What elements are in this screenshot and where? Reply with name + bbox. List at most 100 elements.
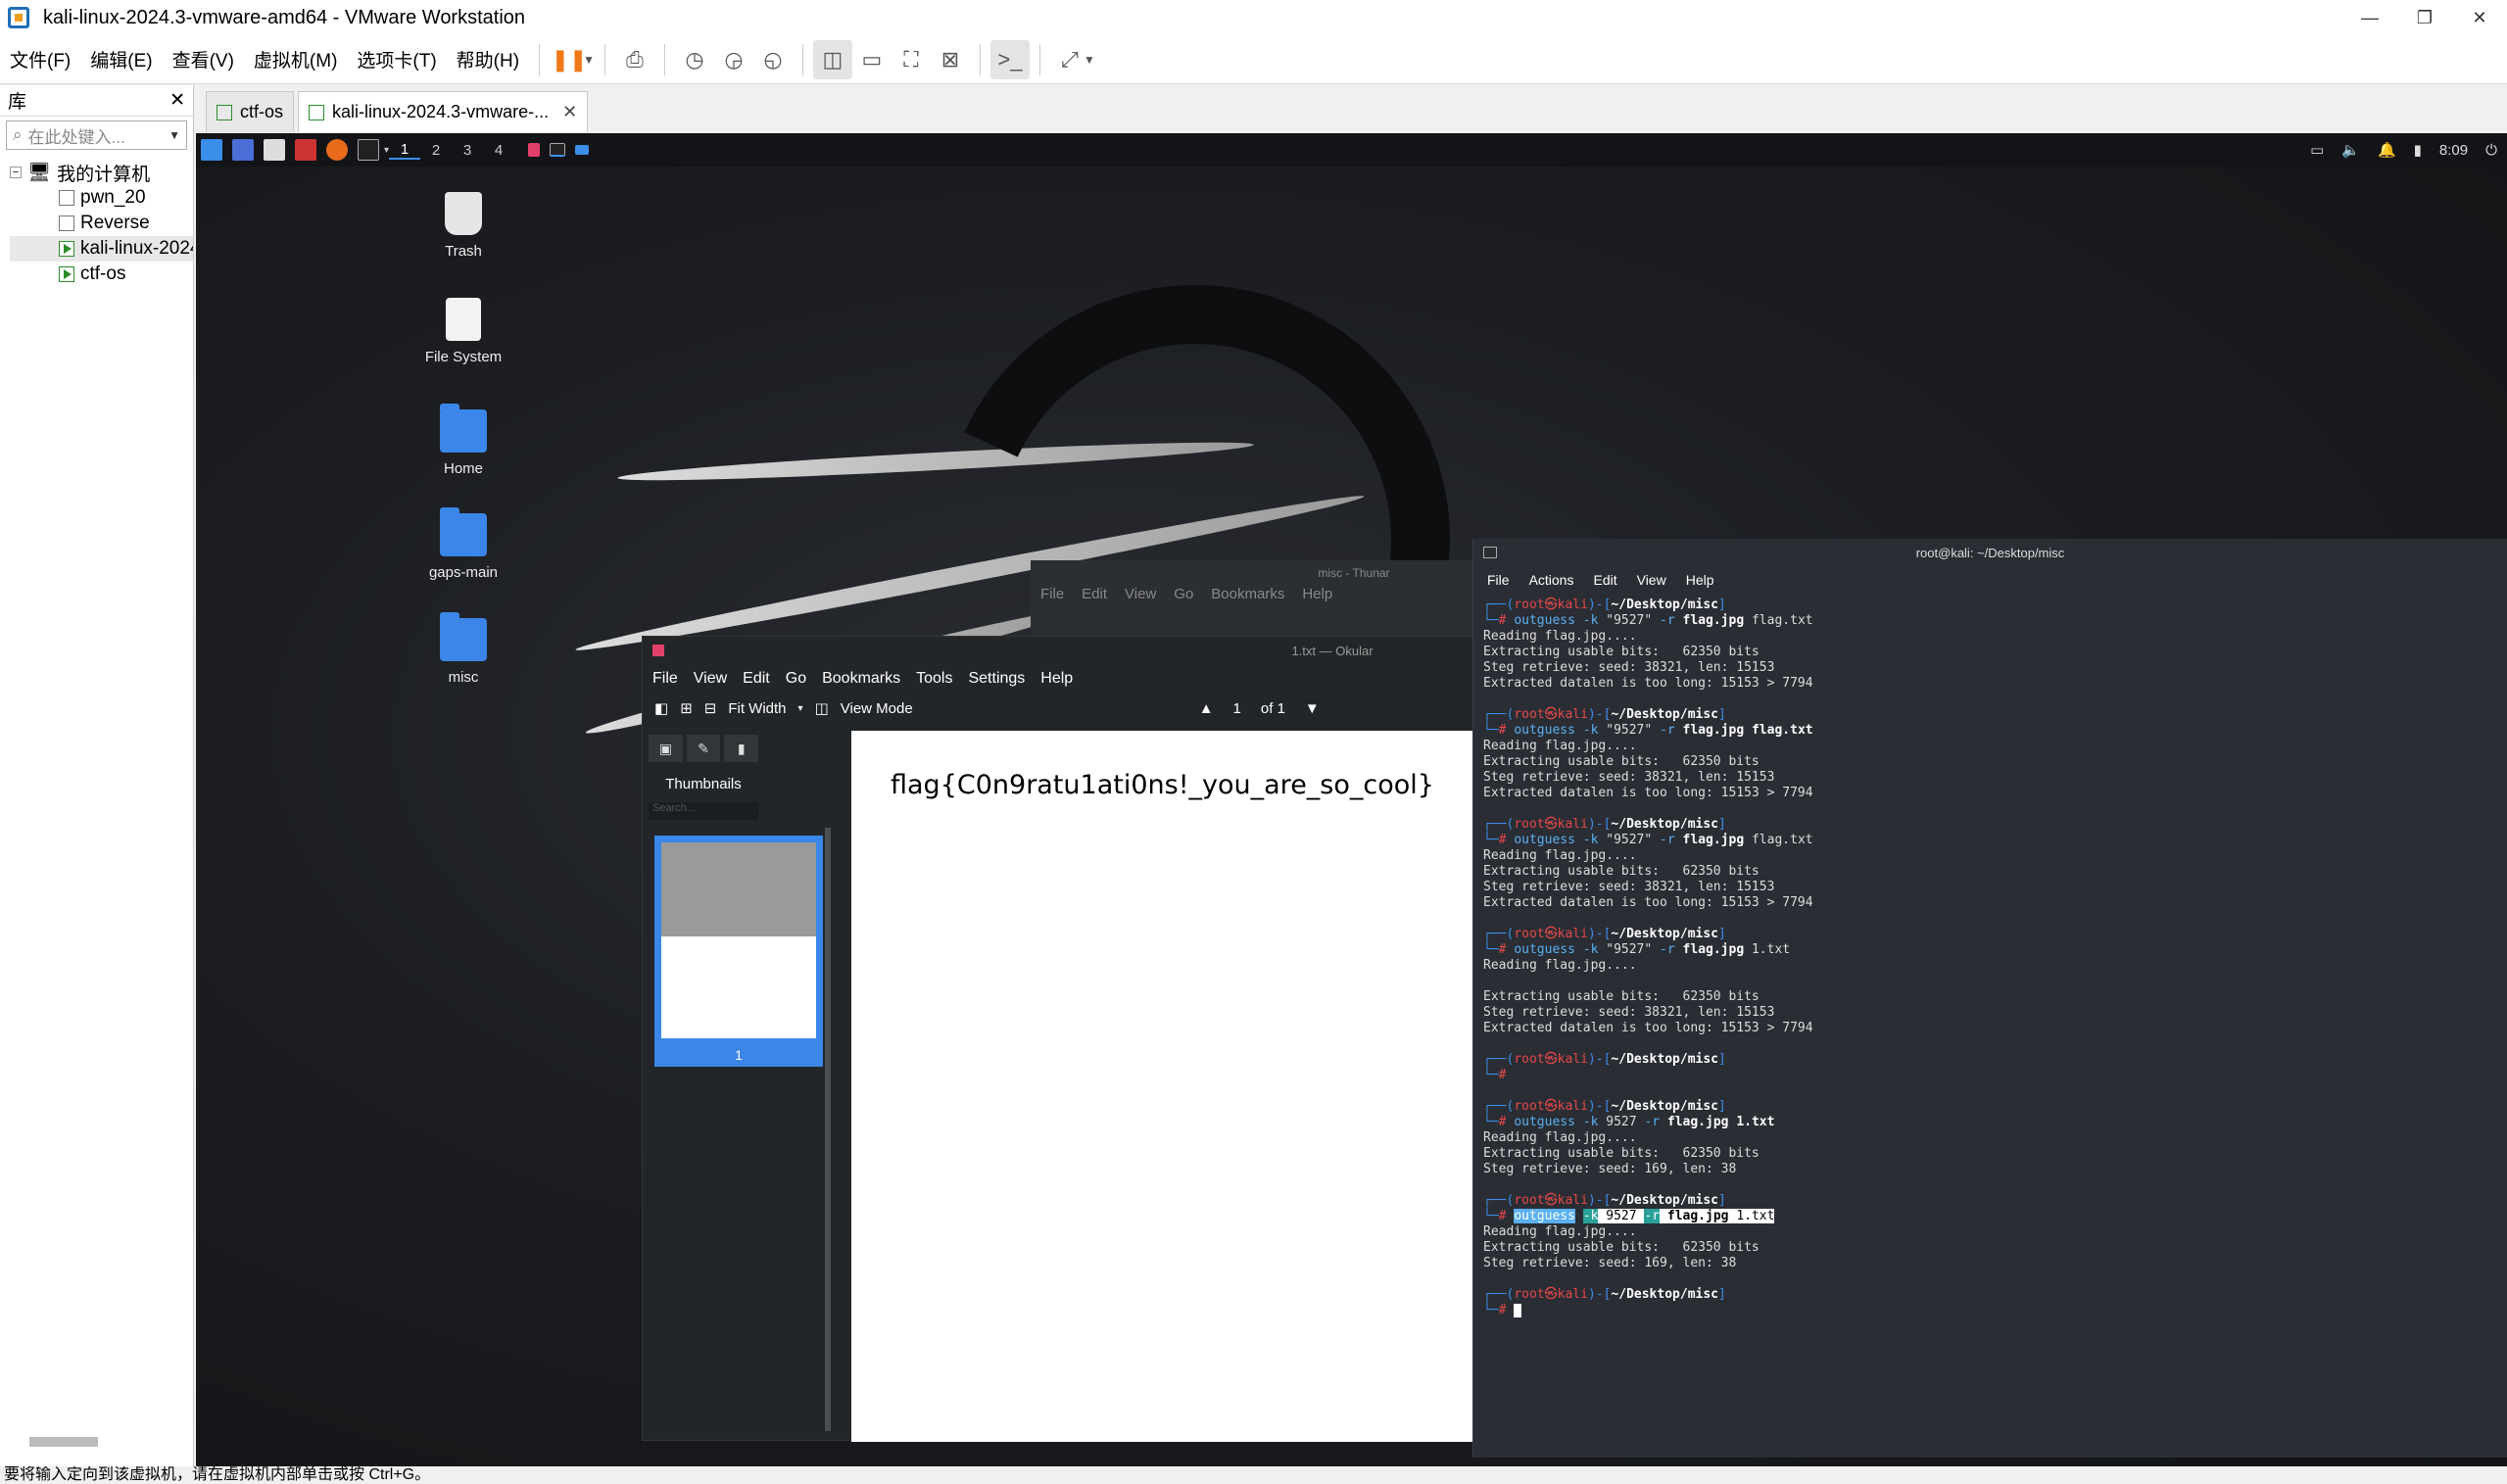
tree-item-kali[interactable]: kali-linux-2024.3-vmware-amd64 <box>10 236 193 262</box>
revert-snapshot-icon[interactable]: ◶ <box>714 40 753 79</box>
okular-menu-edit[interactable]: Edit <box>743 670 770 688</box>
show-library-icon[interactable]: ◫ <box>812 39 852 79</box>
chevron-down-icon[interactable]: ▼ <box>169 128 180 142</box>
sidebar-scrollbar[interactable] <box>825 828 831 1431</box>
fit-width-select[interactable]: Fit Width <box>728 700 786 717</box>
snapshot-icon[interactable]: ◷ <box>675 40 714 79</box>
kali-menu-icon[interactable] <box>201 139 222 161</box>
okular-menu-view[interactable]: View <box>694 670 727 688</box>
chevron-down-icon[interactable]: ▾ <box>798 703 803 714</box>
volume-icon[interactable]: 🔈 <box>2341 141 2360 159</box>
tree-root[interactable]: − 🖥 我的计算机 <box>10 160 193 185</box>
vm-display[interactable]: ▾ 1 2 3 4 ▭ 🔈 🔔 ▮ 8:09 ⏻ Trash File Syst… <box>196 133 2507 1466</box>
power-icon[interactable]: ⏻ <box>2485 142 2497 159</box>
zoom-in-icon[interactable]: ⊞ <box>680 699 693 717</box>
menu-help[interactable]: 帮助(H) <box>447 46 529 72</box>
unity-icon[interactable]: ⊠ <box>931 40 970 79</box>
notification-icon[interactable]: 🔔 <box>2378 141 2396 159</box>
close-tab-icon[interactable]: ✕ <box>562 102 577 122</box>
terminal-menu-actions[interactable]: Actions <box>1529 572 1574 588</box>
menu-view[interactable]: 查看(V) <box>163 46 244 72</box>
okular-menu-tools[interactable]: Tools <box>916 670 952 688</box>
annotations-tab-icon[interactable]: ✎ <box>686 735 721 762</box>
thunar-menu-help[interactable]: Help <box>1302 586 1332 602</box>
terminal-task-icon[interactable] <box>550 143 566 157</box>
thumbnail-bar-icon[interactable]: ▭ <box>852 40 892 79</box>
clock[interactable]: 8:09 <box>2439 142 2468 159</box>
page-number-input[interactable]: 1 <box>1233 700 1241 717</box>
output-line: Extracted datalen is too long: 15153 > 7… <box>1483 1021 1813 1035</box>
terminal-icon[interactable] <box>358 139 379 161</box>
thumbnail-search-input[interactable]: Search... <box>649 802 758 820</box>
terminal-menu-file[interactable]: File <box>1487 572 1510 588</box>
tree-item-pwn20[interactable]: pwn_20 <box>10 185 193 211</box>
text-editor-icon[interactable] <box>295 139 316 161</box>
okular-task-icon[interactable] <box>528 143 541 157</box>
menu-vm[interactable]: 虚拟机(M) <box>244 46 347 72</box>
minimize-button[interactable]: — <box>2342 8 2397 28</box>
menu-file[interactable]: 文件(F) <box>0 46 80 72</box>
menu-edit[interactable]: 编辑(E) <box>80 46 162 72</box>
tab-kali[interactable]: kali-linux-2024.3-vmware-... ✕ <box>298 91 589 132</box>
okular-menu-go[interactable]: Go <box>786 670 806 688</box>
previous-page-icon[interactable]: ▲ <box>1199 700 1214 717</box>
terminal-menu-view[interactable]: View <box>1637 572 1666 588</box>
tree-item-reverse[interactable]: Reverse <box>10 211 193 236</box>
terminal-text: ~/Desktop/misc <box>1611 1193 1718 1208</box>
terminal-window[interactable]: root@kali: ~/Desktop/misc File Actions E… <box>1472 539 2507 1458</box>
bookmarks-tab-icon[interactable]: ▮ <box>724 735 759 762</box>
close-button[interactable]: ✕ <box>2452 8 2507 28</box>
display-icon[interactable]: ▭ <box>2310 141 2324 159</box>
okular-menu-settings[interactable]: Settings <box>968 670 1025 688</box>
desktop-icon-misc[interactable]: misc <box>410 612 517 686</box>
menu-tabs[interactable]: 选项卡(T) <box>347 46 446 72</box>
snapshot-manager-icon[interactable]: ◵ <box>753 40 793 79</box>
tab-ctf-os[interactable]: ctf-os <box>206 91 295 132</box>
okular-menu-file[interactable]: File <box>652 670 678 688</box>
collapse-icon[interactable]: − <box>10 167 22 178</box>
close-icon[interactable]: ✕ <box>169 89 185 112</box>
next-page-icon[interactable]: ▼ <box>1305 700 1320 717</box>
okular-menu-help[interactable]: Help <box>1040 670 1073 688</box>
desktop-icon-gaps-main[interactable]: gaps-main <box>410 507 517 581</box>
maximize-button[interactable]: ❐ <box>2397 8 2452 28</box>
page-thumbnail[interactable]: 1 <box>654 836 823 1067</box>
chevron-down-icon[interactable]: ▼ <box>1084 53 1095 67</box>
zoom-out-icon[interactable]: ⊟ <box>704 699 717 717</box>
workspace-3[interactable]: 3 <box>452 142 483 159</box>
workspace-4[interactable]: 4 <box>483 142 514 159</box>
send-ctrl-alt-del-icon[interactable]: ⎙ <box>615 40 654 79</box>
prompt-line: ┌──(root㉿kali)-[~/Desktop/misc] <box>1483 1287 2507 1303</box>
library-search-input[interactable]: ⌕ 在此处键入... ▼ <box>6 120 187 150</box>
thumbnails-tab-icon[interactable]: ▣ <box>649 735 683 762</box>
desktop-icon-home[interactable]: Home <box>410 404 517 477</box>
thunar-menu-view[interactable]: View <box>1125 586 1156 602</box>
console-view-icon[interactable]: >_ <box>989 39 1030 79</box>
firefox-icon[interactable] <box>326 139 348 161</box>
desktop-icon-filesystem[interactable]: File System <box>410 298 517 365</box>
terminal-menu-help[interactable]: Help <box>1686 572 1714 588</box>
tree-item-ctf-os[interactable]: ctf-os <box>10 262 193 287</box>
terminal-output[interactable]: ┌──(root㉿kali)-[~/Desktop/misc] └─# outgu… <box>1473 594 2507 1318</box>
workspace-2[interactable]: 2 <box>420 142 452 159</box>
thunar-task-icon[interactable] <box>575 145 590 155</box>
view-mode-icon[interactable]: ◫ <box>815 699 829 717</box>
workspace-1[interactable]: 1 <box>389 141 421 160</box>
view-mode-button[interactable]: View Mode <box>841 700 913 717</box>
thunar-menu-bookmarks[interactable]: Bookmarks <box>1211 586 1284 602</box>
terminal-title: root@kali: ~/Desktop/misc <box>1915 545 2065 560</box>
okular-menu-bookmarks[interactable]: Bookmarks <box>822 670 900 688</box>
thunar-menu-edit[interactable]: Edit <box>1082 586 1107 602</box>
full-screen-icon[interactable]: ⛶ <box>892 40 931 79</box>
trash-icon <box>445 192 482 235</box>
sidebar-toggle-icon[interactable]: ◧ <box>654 699 668 717</box>
thunar-menu-file[interactable]: File <box>1040 586 1064 602</box>
show-desktop-icon[interactable] <box>232 139 254 161</box>
battery-icon[interactable]: ▮ <box>2414 141 2422 159</box>
desktop-icon-trash[interactable]: Trash <box>410 192 517 260</box>
thunar-menu-go[interactable]: Go <box>1174 586 1193 602</box>
file-manager-icon[interactable] <box>264 139 285 161</box>
horizontal-scrollbar[interactable] <box>29 1437 98 1447</box>
chevron-down-icon[interactable]: ▼ <box>583 53 595 67</box>
terminal-menu-edit[interactable]: Edit <box>1593 572 1616 588</box>
